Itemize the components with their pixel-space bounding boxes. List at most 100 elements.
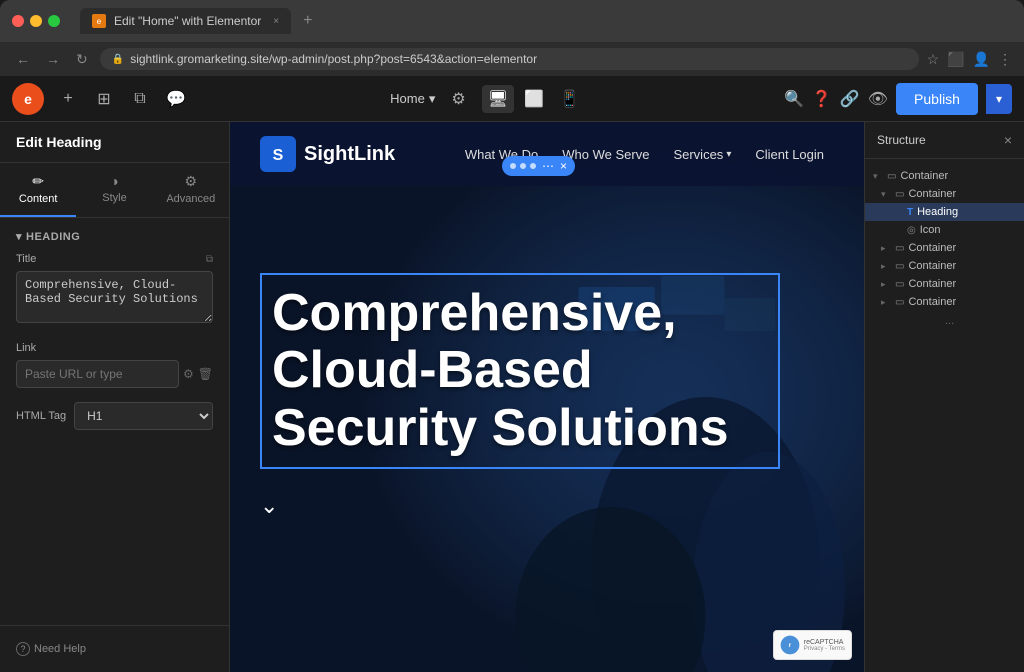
- tree-container-icon-6: ▭: [895, 297, 904, 308]
- device-toggle-group: 🖥 ⬜ 📱: [482, 85, 586, 113]
- bookmark-icon[interactable]: ☆: [927, 51, 940, 68]
- html-tag-select[interactable]: H1 H2 H3 H4 H5 H6 p div span: [74, 402, 213, 430]
- minimize-window-dot[interactable]: [30, 15, 42, 27]
- dropdown-arrow-icon: ▾: [429, 91, 436, 107]
- menu-icon[interactable]: ⋮: [998, 51, 1012, 68]
- advanced-tab-icon: ⚙: [185, 173, 198, 190]
- tree-item-container-1[interactable]: ▾ ▭ Container: [865, 167, 1024, 185]
- forward-button[interactable]: →: [42, 49, 64, 69]
- tree-arrow-icon-2: ▾: [881, 189, 891, 200]
- layers-icon: ⧉: [134, 90, 145, 108]
- main-content-area: Edit Heading ✏ Content ◑ Style ⚙ Advance…: [0, 122, 1024, 672]
- nav-services-label: Services: [673, 147, 723, 162]
- heading-section-text: Heading: [26, 231, 80, 243]
- tab-style[interactable]: ◑ Style: [76, 163, 152, 217]
- page-selector-dropdown[interactable]: Home ▾: [390, 91, 435, 107]
- tree-label-container-3: Container: [908, 242, 956, 254]
- section-collapse-arrow: ▾: [16, 230, 22, 243]
- elementor-logo[interactable]: e: [12, 83, 44, 115]
- plus-icon: +: [63, 90, 72, 108]
- tree-label-icon: Icon: [920, 224, 941, 236]
- tree-label-container-4: Container: [908, 260, 956, 272]
- new-tab-button[interactable]: +: [303, 12, 312, 30]
- title-textarea[interactable]: Comprehensive, Cloud-Based Security Solu…: [16, 271, 213, 323]
- link-field-label: Link: [16, 342, 213, 354]
- tree-item-container-2[interactable]: ▾ ▭ Container: [865, 185, 1024, 203]
- page-name: Home: [390, 91, 425, 106]
- mobile-view-button[interactable]: 📱: [554, 85, 586, 113]
- add-element-button[interactable]: +: [52, 83, 84, 115]
- publish-button[interactable]: Publish: [896, 83, 978, 115]
- toolbar-view-icons: ⚙: [447, 85, 469, 113]
- nav-client-login[interactable]: Client Login: [745, 141, 834, 168]
- link-input-row: ⚙ 🗑: [16, 360, 213, 388]
- grid-icon: ⊞: [97, 89, 110, 109]
- link-clear-icon[interactable]: 🗑: [198, 367, 213, 381]
- tree-item-container-3[interactable]: ▸ ▭ Container: [865, 239, 1024, 257]
- help-circle-icon: ?: [16, 642, 30, 656]
- advanced-tab-label: Advanced: [166, 193, 215, 205]
- tree-arrow-icon-4: ▸: [881, 261, 891, 272]
- svg-text:S: S: [273, 147, 284, 164]
- tree-item-container-6[interactable]: ▸ ▭ Container: [865, 293, 1024, 311]
- tree-item-icon[interactable]: ▸ ◎ Icon: [865, 221, 1024, 239]
- preview-button[interactable]: 👁: [868, 89, 888, 109]
- search-button[interactable]: 🔍: [784, 89, 804, 109]
- tab-close-button[interactable]: ×: [273, 16, 279, 27]
- nav-services[interactable]: Services ▾: [663, 141, 741, 168]
- structure-panel-header: Structure ×: [865, 122, 1024, 159]
- tab-content[interactable]: ✏ Content: [0, 163, 76, 217]
- extensions-icon[interactable]: ⬛: [947, 51, 964, 68]
- help-button[interactable]: ❓: [812, 89, 832, 109]
- settings-icon[interactable]: ⚙: [447, 85, 469, 113]
- heading-section-label: ▾ Heading: [16, 230, 213, 243]
- browser-tab[interactable]: e Edit "Home" with Elementor ×: [80, 8, 291, 34]
- maximize-window-dot[interactable]: [48, 15, 60, 27]
- link-settings-icon[interactable]: ⚙: [183, 367, 194, 381]
- close-window-dot[interactable]: [12, 15, 24, 27]
- theme-builder-button[interactable]: ⧉: [124, 83, 156, 115]
- address-bar[interactable]: 🔒 sightlink.gromarketing.site/wp-admin/p…: [100, 48, 919, 70]
- tree-item-container-5[interactable]: ▸ ▭ Container: [865, 275, 1024, 293]
- desktop-view-button[interactable]: 🖥: [482, 85, 514, 113]
- url-display: sightlink.gromarketing.site/wp-admin/pos…: [130, 52, 537, 66]
- tree-icon-element-icon: ◎: [907, 225, 916, 236]
- tab-advanced[interactable]: ⚙ Advanced: [153, 163, 229, 217]
- toolbar-tools: + ⊞ ⧉ 💬: [52, 83, 192, 115]
- structure-panel: Structure × ▾ ▭ Container ▾ ▭ Container: [864, 122, 1024, 672]
- drag-handle-icon: [510, 163, 516, 169]
- link-input[interactable]: [16, 360, 179, 388]
- tree-item-heading[interactable]: ▸ T Heading: [865, 203, 1024, 221]
- panel-body: ▾ Heading Title ⧉ Comprehensive, Cloud-B…: [0, 218, 229, 625]
- heading-selected-element[interactable]: Comprehensive, Cloud-Based Security Solu…: [260, 273, 780, 469]
- notes-button[interactable]: 💬: [160, 83, 192, 115]
- tree-item-container-4[interactable]: ▸ ▭ Container: [865, 257, 1024, 275]
- logo-icon: S: [260, 136, 296, 172]
- content-tab-icon: ✏: [32, 173, 44, 190]
- hero-scroll-chevron[interactable]: ⌄: [260, 493, 834, 519]
- publish-more-button[interactable]: ▾: [986, 84, 1012, 114]
- elementor-toolbar: e + ⊞ ⧉ 💬 Home ▾ ⚙ 🖥: [0, 76, 1024, 122]
- browser-window: e Edit "Home" with Elementor × + ← → ↻ 🔒…: [0, 0, 1024, 76]
- site-navbar: S SightLink What We Do Who We Serve Serv…: [230, 122, 864, 186]
- structure-panel-close-button[interactable]: ×: [1004, 132, 1012, 148]
- html-tag-row: HTML Tag H1 H2 H3 H4 H5 H6 p div span: [16, 402, 213, 430]
- widget-grid-icon[interactable]: ⋯: [540, 159, 556, 173]
- reload-button[interactable]: ↻: [72, 49, 92, 70]
- canvas-area[interactable]: S SightLink What We Do Who We Serve Serv…: [230, 122, 864, 672]
- widget-close-icon[interactable]: ×: [560, 159, 567, 173]
- title-field-label: Title ⧉: [16, 253, 213, 265]
- tablet-view-button[interactable]: ⬜: [518, 85, 550, 113]
- profile-icon[interactable]: 👤: [973, 51, 990, 68]
- structure-tree: ▾ ▭ Container ▾ ▭ Container ▸ T Heading: [865, 159, 1024, 339]
- panel-header: Edit Heading: [0, 122, 229, 163]
- navigator-button[interactable]: ⊞: [88, 83, 120, 115]
- toolbar-right: 🔍 ❓ 🔗 👁 Publish ▾: [784, 83, 1012, 115]
- tree-label-container: Container: [900, 170, 948, 182]
- title-copy-icon[interactable]: ⧉: [206, 254, 213, 265]
- content-tab-label: Content: [19, 193, 58, 205]
- need-help-link[interactable]: ? Need Help: [0, 625, 229, 672]
- toolbar-center: Home ▾ ⚙ 🖥 ⬜ 📱: [192, 85, 784, 113]
- back-button[interactable]: ←: [12, 49, 34, 69]
- integrations-icon[interactable]: 🔗: [840, 89, 860, 109]
